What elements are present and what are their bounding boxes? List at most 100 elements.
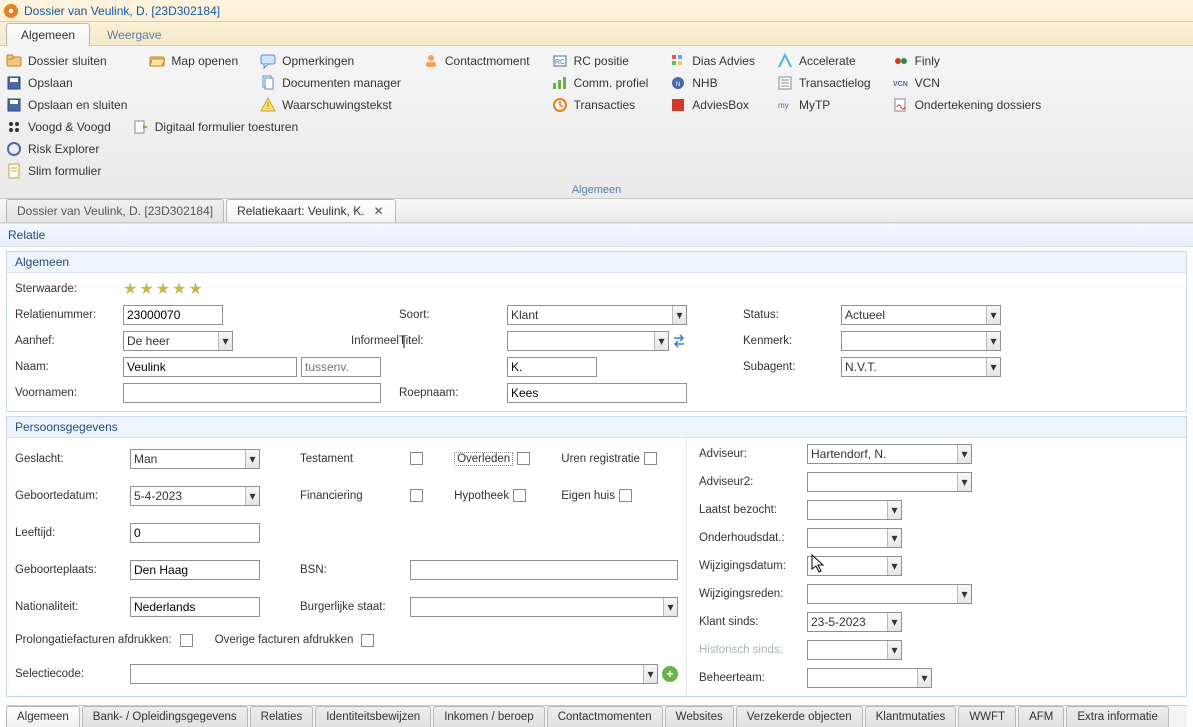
bottom-tab-identiteit[interactable]: Identiteitsbewijzen [315,706,431,727]
ribbon-map-openen[interactable]: Map openen [149,50,238,72]
ribbon-slim-formulier[interactable]: Slim formulier [6,160,111,182]
select-kenmerk[interactable]: ▾ [841,331,1001,351]
checkbox-overleden[interactable] [517,452,530,465]
ribbon-documenten-manager[interactable]: Documenten manager [260,72,401,94]
label-relatienummer: Relatienummer: [15,309,105,321]
bottom-tab-afm[interactable]: AFM [1018,706,1064,727]
checkbox-hypotheek[interactable] [513,489,526,502]
ribbon-accelerate[interactable]: Accelerate [777,50,871,72]
select-subagent[interactable]: N.V.T.▾ [841,357,1001,377]
date-laatstbezocht[interactable]: ▾ [807,500,902,520]
input-initialen[interactable] [507,357,597,377]
log-icon [777,75,793,91]
bottom-tab-extra[interactable]: Extra informatie [1066,706,1169,727]
doc-tab-relatiekaart[interactable]: Relatiekaart: Veulink, K.✕ [226,199,395,222]
group-persoon-header: Persoonsgegevens [7,417,1186,438]
checkbox-financiering[interactable] [410,489,423,502]
send-form-icon [133,119,149,135]
input-roepnaam[interactable] [507,383,687,403]
date-geboortedatum[interactable]: 5-4-2023▾ [130,486,260,506]
chevron-down-icon: ▾ [887,501,901,519]
ribbon-comm-profiel[interactable]: Comm. profiel [552,72,649,94]
label-titel: Titel: [399,335,489,347]
select-wijzreden[interactable]: ▾ [807,584,972,604]
chevron-down-icon: ▾ [245,450,259,468]
doc-tab-dossier[interactable]: Dossier van Veulink, D. [23D302184] [6,199,224,222]
date-onderhoudsdat[interactable]: ▾ [807,528,902,548]
add-selectiecode-button[interactable]: + [662,666,678,682]
label-roepnaam: Roepnaam: [399,387,489,399]
section-header: Relatie [0,223,1193,247]
bottom-tab-inkomen[interactable]: Inkomen / beroep [433,706,545,727]
label-historisch: Historisch sinds: [699,644,799,656]
select-soort[interactable]: Klant▾ [507,305,687,325]
select-beheerteam[interactable]: ▾ [807,668,932,688]
bottom-tab-contactmomenten[interactable]: Contactmomenten [547,706,663,727]
ribbon-opmerkingen[interactable]: Opmerkingen [260,50,401,72]
label-onderhoudsdat: Onderhoudsdat.: [699,532,799,544]
ribbon-transacties[interactable]: Transacties [552,94,649,116]
label-adviseur: Adviseur: [699,448,799,460]
date-klantsinds[interactable]: 23-5-2023▾ [807,612,902,632]
date-wijzdatum[interactable]: ▾ [807,556,902,576]
select-status[interactable]: Actueel▾ [841,305,1001,325]
checkbox-testament[interactable] [410,452,423,465]
star-icon: ★ [139,279,153,299]
accelerate-icon [777,53,793,69]
select-burgerlijk[interactable]: ▾ [410,597,678,617]
label-klantsinds: Klant sinds: [699,616,799,628]
select-titel[interactable]: ▾ [507,331,669,351]
checkbox-overige[interactable] [361,634,374,647]
ribbon-contactmoment[interactable]: Contactmoment [423,50,530,72]
ribbon-rc-positie[interactable]: RCRC positie [552,50,649,72]
bottom-tab-bank[interactable]: Bank- / Opleidingsgegevens [82,706,248,727]
bottom-tab-klantmutaties[interactable]: Klantmutaties [865,706,957,727]
ribbon-opslaan-sluiten[interactable]: Opslaan en sluiten [6,94,127,116]
main-tab-algemeen[interactable]: Algemeen [6,23,90,46]
ribbon-finly[interactable]: Finly [893,50,1042,72]
input-bsn[interactable] [410,560,678,580]
select-adviseur2[interactable]: ▾ [807,472,972,492]
svg-text:RC: RC [555,59,565,66]
svg-text:!: ! [267,101,270,112]
input-naam[interactable] [123,357,297,377]
select-aanhef[interactable]: De heer▾ [123,331,233,351]
ribbon-ondertekening[interactable]: Ondertekening dossiers [893,94,1042,116]
bottom-tab-wwft[interactable]: WWFT [958,706,1016,727]
ribbon-vcn[interactable]: VCNVCN [893,72,1042,94]
bottom-tab-relaties[interactable]: Relaties [250,706,314,727]
checkbox-prolong[interactable] [180,634,193,647]
ribbon-adviesbox[interactable]: AdviesBox [670,94,755,116]
ribbon-voogd[interactable]: Voogd & Voogd [6,116,111,138]
input-geboorteplaats[interactable] [130,560,260,580]
checkbox-eigenhuis[interactable] [619,489,632,502]
ribbon-nhb[interactable]: NNHB [670,72,755,94]
input-tussenvoegsel[interactable] [301,357,381,377]
ribbon-risk-explorer[interactable]: Risk Explorer [6,138,111,160]
swap-icon[interactable] [671,333,687,349]
close-tab-icon[interactable]: ✕ [373,205,385,217]
input-voornamen[interactable] [123,383,381,403]
ribbon-dias-advies[interactable]: Dias Advies [670,50,755,72]
label-uren: Uren registratie [561,453,640,465]
ribbon-mytp[interactable]: myMyTP [777,94,871,116]
star-rating[interactable]: ★★★★★ [123,279,1001,299]
checkbox-uren[interactable] [644,452,657,465]
bottom-tab-algemeen[interactable]: Algemeen [6,706,80,727]
ribbon-dossier-sluiten[interactable]: Dossier sluiten [6,50,127,72]
ribbon-digitaal-formulier[interactable]: Digitaal formulier toesturen [133,116,298,138]
select-adviseur[interactable]: Hartendorf, N.▾ [807,444,972,464]
ribbon-opslaan[interactable]: Opslaan [6,72,127,94]
select-geslacht[interactable]: Man▾ [130,449,260,469]
ribbon-waarschuwingstekst[interactable]: !Waarschuwingstekst [260,94,401,116]
bottom-tab-verzekerde[interactable]: Verzekerde objecten [736,706,863,727]
svg-text:my: my [778,101,789,110]
bottom-tab-websites[interactable]: Websites [665,706,734,727]
main-tab-weergave[interactable]: Weergave [92,23,176,46]
input-leeftijd[interactable] [130,523,260,543]
select-selectiecode[interactable]: ▾ [130,664,658,684]
ribbon-transactielog[interactable]: Transactielog [777,72,871,94]
input-relatienummer[interactable] [123,305,223,325]
chevron-down-icon: ▾ [672,306,686,324]
input-nationaliteit[interactable] [130,597,260,617]
